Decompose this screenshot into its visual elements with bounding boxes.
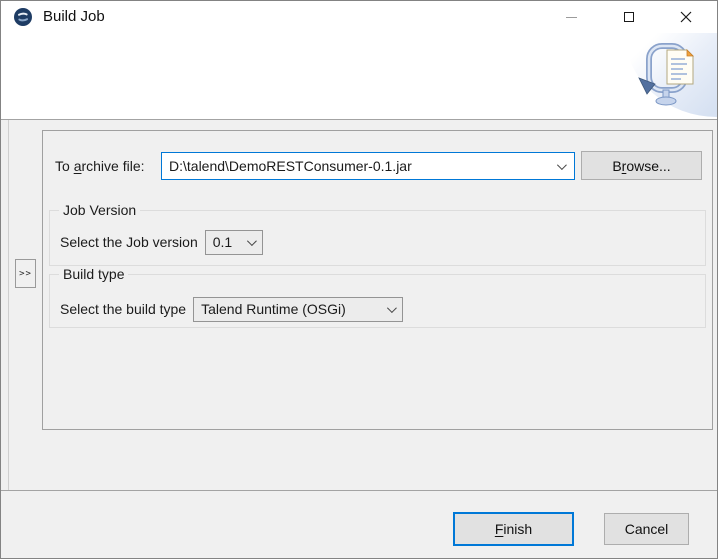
chevron-down-icon	[387, 303, 397, 313]
finish-label-mnemonic: F	[495, 521, 504, 537]
minimize-button[interactable]	[543, 1, 600, 33]
archive-file-label: To archive file:	[55, 152, 145, 180]
build-type-dropdown[interactable]: Talend Runtime (OSGi)	[193, 297, 403, 322]
window-title: Build Job	[43, 1, 105, 33]
job-version-label: Select the Job version	[60, 234, 198, 250]
archive-label-pre: To	[55, 158, 74, 174]
build-type-row: Select the build type Talend Runtime (OS…	[60, 296, 403, 322]
maximize-button[interactable]	[600, 1, 657, 33]
button-bar: Finish Cancel	[1, 491, 717, 559]
job-version-dropdown[interactable]: 0.1	[205, 230, 263, 255]
job-version-row: Select the Job version 0.1	[60, 229, 263, 255]
wizard-banner	[1, 33, 717, 119]
title-bar: Build Job	[1, 1, 717, 33]
finish-label-post: inish	[503, 521, 532, 537]
close-button[interactable]	[657, 1, 714, 33]
archive-file-combobox[interactable]: D:\talend\DemoRESTConsumer-0.1.jar	[161, 152, 575, 180]
chevron-down-icon[interactable]	[557, 160, 567, 170]
talend-logo-icon	[14, 8, 32, 26]
browse-label-pre: B	[612, 158, 621, 174]
dialog-content: >> To archive file: D:\talend\DemoRESTCo…	[1, 120, 717, 490]
build-type-group-title: Build type	[59, 266, 128, 282]
job-version-group-title: Job Version	[59, 202, 140, 218]
maximize-icon	[624, 12, 634, 22]
cancel-button[interactable]: Cancel	[604, 513, 689, 545]
window-controls	[543, 1, 714, 33]
archive-export-icon	[637, 42, 701, 110]
minimize-icon	[566, 17, 577, 18]
finish-button[interactable]: Finish	[453, 512, 574, 546]
job-version-group: Job Version Select the Job version 0.1	[49, 210, 706, 266]
build-job-dialog: Build Job	[0, 0, 718, 559]
archive-file-value: D:\talend\DemoRESTConsumer-0.1.jar	[169, 158, 412, 174]
collapsed-sash	[8, 120, 9, 490]
job-version-value: 0.1	[213, 234, 232, 250]
browse-label-post: owse...	[626, 158, 670, 174]
chevron-down-icon	[247, 236, 257, 246]
archive-label-post: rchive file:	[81, 158, 144, 174]
build-type-label: Select the build type	[60, 301, 186, 317]
options-panel: To archive file: D:\talend\DemoRESTConsu…	[42, 130, 713, 430]
browse-button[interactable]: Browse...	[581, 151, 702, 180]
build-type-group: Build type Select the build type Talend …	[49, 274, 706, 328]
close-icon	[680, 11, 692, 23]
build-type-value: Talend Runtime (OSGi)	[201, 301, 346, 317]
expand-sidebar-button[interactable]: >>	[15, 259, 36, 288]
